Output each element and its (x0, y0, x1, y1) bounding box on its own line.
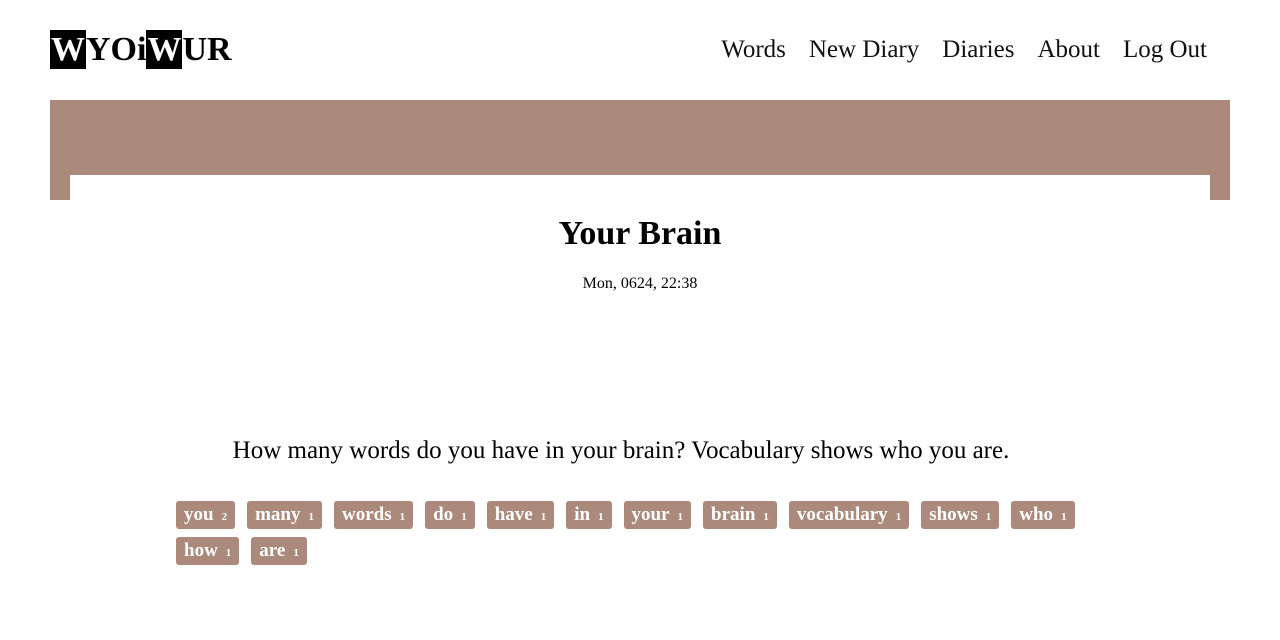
word-tag-count: 1 (985, 511, 992, 523)
word-tag-label: are (259, 540, 286, 561)
word-tag[interactable]: vocabulary 1 (788, 501, 910, 529)
word-tag-label: many (255, 504, 301, 525)
logo-text-yoi: YOi (86, 31, 147, 68)
logo-letter-w2: W (146, 30, 183, 69)
word-tag[interactable]: many 1 (247, 501, 322, 529)
word-tag-count: 1 (461, 511, 467, 523)
nav-words[interactable]: Words (721, 35, 786, 65)
word-tag-label: who (1019, 504, 1054, 525)
word-tag[interactable]: do 1 (425, 501, 475, 529)
word-tag-label: in (574, 504, 591, 525)
word-tag-label: your (631, 504, 670, 525)
nav-log-out[interactable]: Log Out (1123, 35, 1207, 65)
diary-title: Your Brain (558, 215, 722, 252)
word-tag[interactable]: you 2 (176, 501, 236, 529)
word-tag[interactable]: who 1 (1011, 501, 1075, 529)
word-tag-count: 1 (895, 511, 902, 523)
word-tag[interactable]: how 1 (176, 537, 240, 565)
nav-about[interactable]: About (1037, 35, 1100, 65)
word-tag-label: how (184, 540, 218, 561)
nav-diaries[interactable]: Diaries (942, 35, 1014, 65)
word-tag-label: have (494, 504, 533, 525)
word-tag-count: 1 (399, 511, 406, 523)
logo-letter-w1: W (50, 30, 86, 69)
word-tag[interactable]: in 1 (566, 501, 612, 529)
word-tag-label: shows (929, 504, 978, 525)
word-tag[interactable]: shows 1 (921, 501, 1000, 529)
main-nav: Words New Diary Diaries About Log Out (698, 35, 1207, 65)
word-tag-count: 1 (763, 511, 769, 523)
word-tag-count: 1 (540, 511, 547, 523)
logo-text-ur: UR (182, 31, 232, 68)
word-tag-label: vocabulary (796, 504, 888, 525)
word-tag-label: brain (711, 504, 756, 525)
word-tag-count: 2 (221, 511, 228, 523)
diary-body: How many words do you have in your brain… (232, 437, 1010, 464)
site-logo[interactable]: W YOi W UR (50, 30, 232, 69)
word-tag-count: 1 (598, 511, 604, 523)
nav-new-diary[interactable]: New Diary (809, 35, 919, 65)
diary-date: Mon, 0624, 22:38 (582, 275, 698, 292)
word-tag[interactable]: are 1 (251, 537, 307, 565)
word-tag[interactable]: brain 1 (703, 501, 777, 529)
word-tag-count: 1 (1061, 511, 1067, 523)
word-tag-count: 1 (225, 547, 232, 559)
word-tag-count: 1 (677, 511, 684, 523)
word-tag[interactable]: words 1 (333, 501, 414, 529)
word-tag-label: do (433, 504, 454, 525)
word-tag-count: 1 (308, 511, 314, 523)
word-tag-label: words (341, 504, 392, 525)
word-tag-label: you (184, 504, 214, 525)
word-tag[interactable]: have 1 (486, 501, 555, 529)
word-tags: you 2 many 1 words 1 do 1 have 1 in 1 your 1 br… (176, 501, 1106, 565)
word-tag-count: 1 (293, 547, 299, 559)
word-tag[interactable]: your 1 (623, 501, 692, 529)
